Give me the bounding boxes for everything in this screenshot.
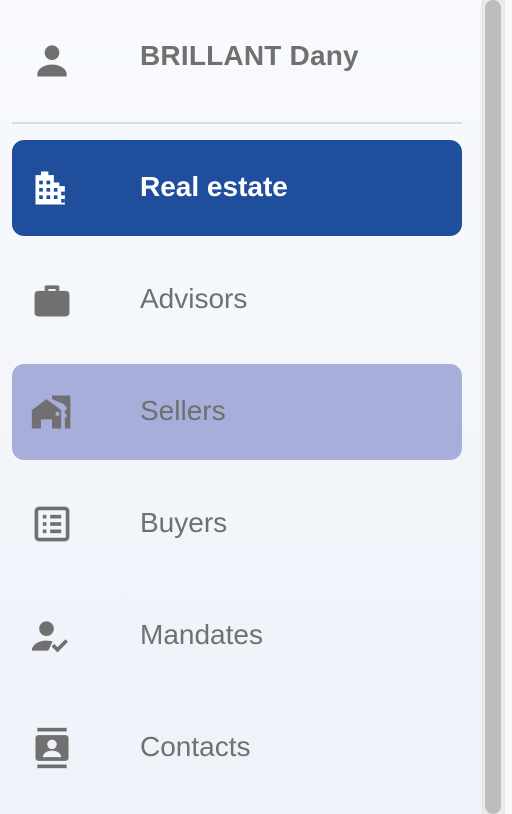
contacts-icon: [30, 726, 74, 770]
nav-item-mandates[interactable]: Mandates: [12, 588, 462, 684]
navigation-drawer: BRILLANT Dany Real estate Advisors Selle…: [0, 0, 480, 814]
nav-label-buyers: Buyers: [140, 507, 228, 538]
building-icon: [30, 166, 74, 210]
nav-label-advisors: Advisors: [140, 283, 248, 314]
nav-label-sellers: Sellers: [140, 395, 226, 426]
user-profile[interactable]: BRILLANT Dany: [0, 0, 480, 118]
person-icon: [30, 38, 74, 82]
nav-label-real-estate: Real estate: [140, 171, 288, 202]
list-icon: [30, 502, 74, 546]
nav-item-contacts[interactable]: Contacts: [12, 700, 462, 796]
nav-item-buyers[interactable]: Buyers: [12, 476, 462, 572]
nav-item-advisors[interactable]: Advisors: [12, 252, 462, 348]
house-icon: [30, 390, 74, 434]
divider: [12, 122, 462, 124]
nav-item-sellers[interactable]: Sellers: [12, 364, 462, 460]
user-name: BRILLANT Dany: [140, 40, 359, 71]
nav-label-contacts: Contacts: [140, 731, 251, 762]
scrollbar-thumb[interactable]: [485, 0, 501, 814]
nav-label-mandates: Mandates: [140, 619, 263, 650]
nav-item-real-estate[interactable]: Real estate: [12, 140, 462, 236]
briefcase-icon: [30, 278, 74, 322]
person-check-icon: [30, 614, 74, 658]
